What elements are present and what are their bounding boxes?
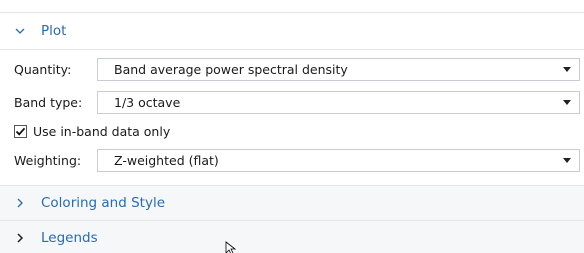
top-strip [0,0,584,9]
use-inband-label: Use in-band data only [33,123,171,139]
dropdown-arrow-icon [563,100,571,105]
dropdown-arrow-icon [563,158,571,163]
chevron-right-icon [14,232,26,244]
use-inband-checkbox-row[interactable]: Use in-band data only [14,122,170,140]
plot-section-title: Plot [41,23,67,39]
band-type-select-value: 1/3 octave [114,95,181,110]
mouse-cursor-icon [225,241,239,253]
legends-section-header[interactable]: Legends [0,220,584,253]
weighting-label: Weighting: [14,152,82,168]
weighting-select-value: Z-weighted (flat) [114,153,219,168]
dropdown-arrow-icon [563,67,571,72]
band-type-row: Band type: 1/3 octave [0,88,584,116]
chevron-down-icon [14,25,26,37]
quantity-select[interactable]: Band average power spectral density [97,58,580,81]
coloring-section-header[interactable]: Coloring and Style [0,185,584,220]
band-type-label: Band type: [14,94,83,110]
use-inband-checkbox[interactable] [14,124,27,138]
settings-panel: Plot Quantity: Band average power spectr… [0,0,584,253]
quantity-label: Quantity: [14,61,72,77]
checkmark-icon [15,127,26,136]
legends-section-title: Legends [41,230,98,246]
chevron-right-icon [14,197,26,209]
weighting-row: Weighting: Z-weighted (flat) [0,146,584,174]
band-type-select[interactable]: 1/3 octave [97,91,580,114]
coloring-section-title: Coloring and Style [41,195,166,211]
quantity-select-value: Band average power spectral density [114,62,348,77]
weighting-select[interactable]: Z-weighted (flat) [97,149,580,172]
quantity-row: Quantity: Band average power spectral de… [0,55,584,83]
plot-section-header[interactable]: Plot [0,12,584,50]
